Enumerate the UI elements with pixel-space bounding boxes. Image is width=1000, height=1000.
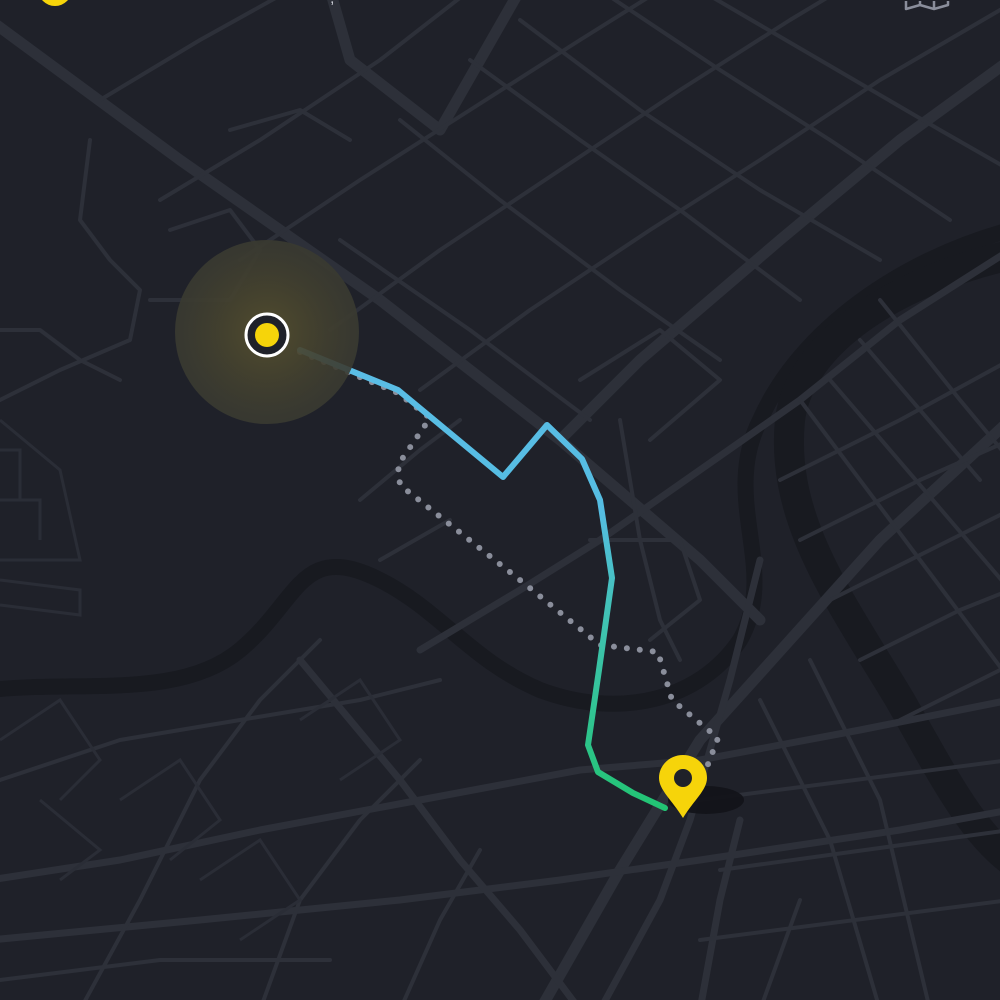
destination-marker[interactable] <box>659 755 744 818</box>
river-layer <box>0 224 1000 872</box>
top-status-bar: , <box>0 0 1000 14</box>
map-view[interactable]: , <box>0 0 1000 1000</box>
map-canvas[interactable] <box>0 0 1000 1000</box>
folded-map-icon[interactable] <box>896 0 964 12</box>
east-district-grid <box>698 298 1000 1000</box>
current-location-icon <box>244 312 290 358</box>
origin-marker[interactable] <box>175 240 359 424</box>
primary-route[interactable] <box>297 347 668 811</box>
yellow-circle-icon <box>38 0 72 6</box>
road-layer <box>0 0 1000 1000</box>
top-status-text: , <box>330 0 334 7</box>
